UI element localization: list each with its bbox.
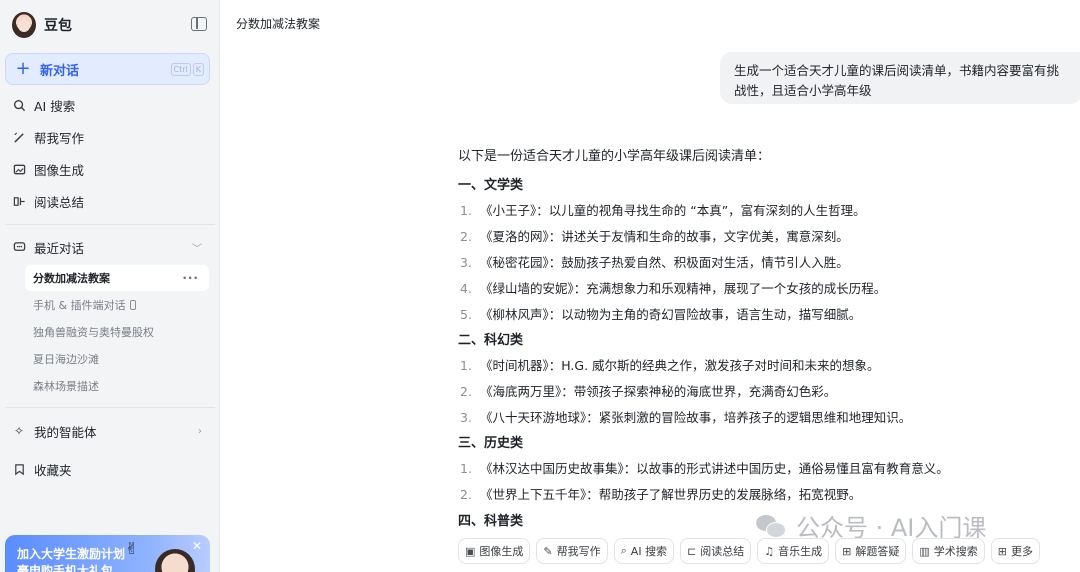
shortcut-key-k: K <box>192 63 204 76</box>
section-heading: 二、科幻类 <box>458 333 524 348</box>
solve-icon: ⊞ <box>842 544 852 558</box>
nav-item-image[interactable]: 图像生成 <box>12 158 84 180</box>
list-item: 1. 《小王子》：以儿童的视角寻找生命的 “本真”，富有深刻的人生哲理。 <box>460 203 866 218</box>
history-item[interactable]: 手机 & 插件端对话 <box>25 292 209 318</box>
image-icon: ▣ <box>465 544 476 558</box>
list-item: 2. 《夏洛的网》：讲述关于友情和生命的故事，文字优美，寓意深刻。 <box>460 229 849 244</box>
nav-item-agents[interactable]: ✧ 我的智能体 › <box>12 420 208 442</box>
section-heading: 三、历史类 <box>458 436 524 451</box>
history-label: 手机 & 插件端对话 <box>33 299 126 312</box>
more-options-icon[interactable]: ··· <box>182 271 199 285</box>
sidebar-toggle-icon[interactable] <box>191 17 207 31</box>
skill-toolbar: ▣ 图像生成 ✎ 帮我写作 ⌕ AI 搜索 ⊏ 阅读总结 ♫ 音乐生成 ⊞ 解题答疑 ▥ 学术… <box>458 538 1040 564</box>
tool-writing-button[interactable]: ✎ 帮我写作 <box>536 538 608 564</box>
tool-music-button[interactable]: ♫ 音乐生成 <box>757 538 830 564</box>
plus-icon: + <box>15 58 31 79</box>
pen-icon: ✎ <box>543 544 553 558</box>
promo-subtitle: 豪申购手机大礼包 <box>17 564 114 572</box>
history-item[interactable]: 森林场景描述 <box>25 373 209 399</box>
nav-item-favorites[interactable]: 收藏夹 <box>12 458 72 480</box>
list-item: 3. 《八十天环游地球》：紧张刺激的冒险故事，培养孩子的逻辑思维和地理知识。 <box>460 410 912 425</box>
list-item: 2. 《世界上下五千年》：帮助孩子了解世界历史的发展脉络，拓宽视野。 <box>460 487 862 502</box>
shortcut-key-ctrl: Ctrl <box>170 63 191 76</box>
brand[interactable]: 豆包 <box>12 10 72 40</box>
new-chat-label: 新对话 <box>40 63 80 79</box>
list-item: 4. 《绿山墙的安妮》：充满想象力和乐观精神，展现了一个女孩的成长历程。 <box>460 281 887 296</box>
tool-read-button[interactable]: ⊏ 阅读总结 <box>680 538 752 564</box>
close-icon[interactable]: ✕ <box>192 539 202 553</box>
conversation-title: 分数加减法教案 <box>236 17 321 31</box>
history-label: 分数加减法教案 <box>33 272 110 285</box>
tool-ai-search-button[interactable]: ⌕ AI 搜索 <box>613 538 675 564</box>
list-item: 5. 《柳林风声》：以动物为主角的奇幻冒险故事，语言生动，描写细腻。 <box>460 307 862 322</box>
music-icon: ♫ <box>764 544 775 558</box>
recent-chats-label: 最近对话 <box>34 240 85 256</box>
brand-name: 豆包 <box>44 18 72 34</box>
phone-icon <box>129 300 136 310</box>
nav-label: 阅读总结 <box>34 194 85 210</box>
divider <box>5 224 215 225</box>
history-label: 森林场景描述 <box>33 380 99 393</box>
hand-wave-icon: ✌ <box>125 539 139 558</box>
tool-solve-button[interactable]: ⊞ 解题答疑 <box>835 538 907 564</box>
search-sparkle-icon: ⌕ <box>620 544 627 557</box>
chevron-right-icon: › <box>198 425 202 437</box>
nav-item-read[interactable]: 阅读总结 <box>12 190 84 212</box>
chat-bubble-icon <box>12 240 26 254</box>
divider <box>5 407 215 408</box>
nav-item-writing[interactable]: 帮我写作 <box>12 126 84 148</box>
avatar <box>12 12 36 38</box>
answer-intro: 以下是一份适合天才儿童的小学高年级课后阅读清单： <box>458 149 771 164</box>
nav-label: 帮我写作 <box>34 130 85 146</box>
sidebar: 豆包 + 新对话 Ctrl K AI 搜索 帮我写作 图像生成 阅读总结 最近对… <box>0 0 220 572</box>
search-sparkle-icon <box>12 98 26 112</box>
new-chat-button[interactable]: + 新对话 Ctrl K <box>5 53 210 85</box>
read-icon <box>12 194 26 208</box>
nav-label: 图像生成 <box>34 162 85 178</box>
grid-icon: ⊞ <box>997 544 1007 558</box>
list-item: 3. 《秘密花园》：鼓励孩子热爱自然、积极面对生活，情节引人入胜。 <box>460 255 849 270</box>
bookmark-icon <box>12 462 26 476</box>
chevron-down-icon[interactable]: ﹀ <box>192 240 202 255</box>
chart-icon: ▥ <box>919 544 930 558</box>
list-item: 1. 《时间机器》：H.G. 威尔斯的经典之作，激发孩子对时间和未来的想象。 <box>460 358 880 373</box>
recent-chats-header[interactable]: 最近对话 ﹀ <box>12 237 208 257</box>
section-heading: 一、文学类 <box>458 178 524 193</box>
image-icon <box>12 162 26 176</box>
wechat-icon <box>756 513 786 539</box>
history-label: 夏日海边沙滩 <box>33 353 99 366</box>
tool-academic-button[interactable]: ▥ 学术搜索 <box>912 538 985 564</box>
tool-image-button[interactable]: ▣ 图像生成 <box>458 538 531 564</box>
list-item: 2. 《海底两万里》：带领孩子探索神秘的海底世界，充满奇幻色彩。 <box>460 384 837 399</box>
sparkle-icon: ✧ <box>13 424 25 438</box>
section-heading: 四、科普类 <box>458 514 524 529</box>
chat-main: 分数加减法教案 生成一个适合天才儿童的课后阅读清单，书籍内容要富有挑战性，且适合… <box>221 0 1080 572</box>
tool-more-button[interactable]: ⊞ 更多 <box>990 538 1040 564</box>
history-item-active[interactable]: 分数加减法教案 ··· <box>25 265 209 291</box>
nav-label: AI 搜索 <box>34 98 76 114</box>
pen-icon <box>12 130 26 144</box>
list-item: 1. 《林汉达中国历史故事集》：以故事的形式讲述中国历史，通俗易懂且富有教育意义。 <box>460 461 949 476</box>
nav-item-ai-search[interactable]: AI 搜索 <box>12 94 75 116</box>
history-label: 独角兽融资与奥特曼股权 <box>33 326 154 339</box>
promo-title: 加入大学生激励计划 <box>17 547 126 561</box>
read-icon: ⊏ <box>687 544 697 558</box>
history-item[interactable]: 夏日海边沙滩 <box>25 346 209 372</box>
promo-avatar <box>155 549 195 572</box>
user-message: 生成一个适合天才儿童的课后阅读清单，书籍内容要富有挑战性，且适合小学高年级 <box>720 52 1080 104</box>
promo-banner[interactable]: 加入大学生激励计划 豪申购手机大礼包 ✌ ✕ <box>5 535 210 572</box>
agents-label: 我的智能体 <box>34 424 97 440</box>
favorites-label: 收藏夹 <box>34 462 72 478</box>
history-item[interactable]: 独角兽融资与奥特曼股权 <box>25 319 209 345</box>
shortcut-hint: Ctrl K <box>170 63 204 76</box>
